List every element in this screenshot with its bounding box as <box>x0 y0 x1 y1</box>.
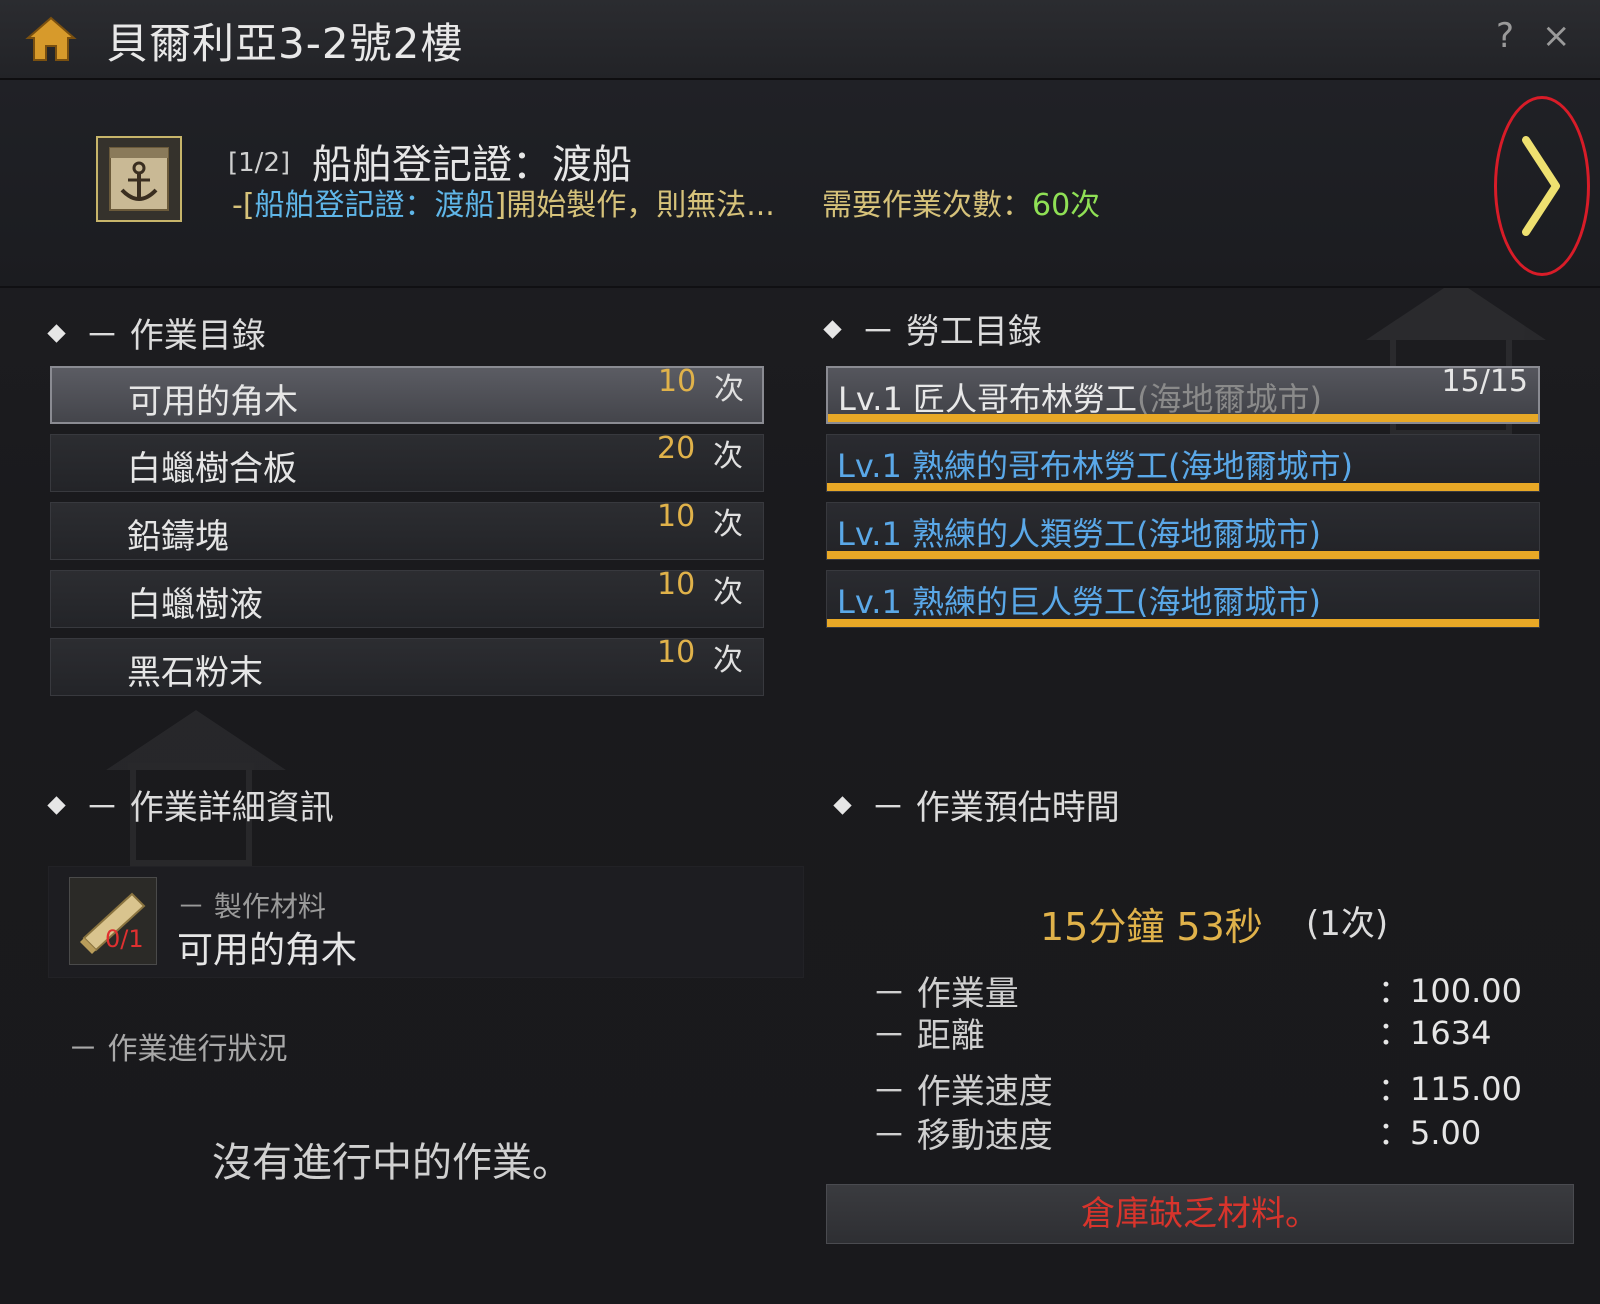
item-slot[interactable] <box>96 136 182 222</box>
anchor-icon <box>109 147 169 211</box>
work-item-2[interactable]: 鉛鑄塊 10 次 <box>50 499 764 560</box>
work-item-unit: 次 <box>713 507 743 542</box>
work-item-name: 黑石粉末 <box>127 653 263 693</box>
required-label: 需要作業次數： <box>822 188 1032 223</box>
stat-value-workload: ：100.00 <box>1378 972 1522 1010</box>
desc-lead: -[ <box>232 188 255 223</box>
close-icon[interactable]: × <box>1542 16 1571 56</box>
stat-label-move-speed: － 移動速度 <box>872 1116 1053 1156</box>
work-item-4[interactable]: 黑石粉末 10 次 <box>50 635 764 696</box>
window-title: 貝爾利亞3-2號2樓 <box>106 19 464 68</box>
worker-list-title: － 勞工目錄 <box>823 304 1042 353</box>
worker-label: Lv.1 熟練的人類勞工(海地爾城市) <box>837 515 1321 553</box>
worker-label: Lv.1 熟練的哥布林勞工(海地爾城市) <box>837 447 1353 485</box>
required-count: 需要作業次數：60次 <box>822 180 1100 224</box>
diamond-icon <box>47 324 66 343</box>
estimated-times: (1次) <box>1306 904 1389 944</box>
item-counter: [1/2] <box>228 148 291 178</box>
worker-item-2[interactable]: Lv.1 熟練的人類勞工(海地爾城市) <box>826 502 1540 560</box>
diamond-icon <box>823 320 842 339</box>
worker-stamina-bar <box>828 414 1538 422</box>
work-item-0[interactable]: 可用的角木 10 次 <box>50 364 764 424</box>
work-item-name: 鉛鑄塊 <box>127 517 229 557</box>
work-item-3[interactable]: 白蠟樹液 10 次 <box>50 567 764 628</box>
material-label: － 製作材料 <box>177 890 326 923</box>
work-item-name: 白蠟樹液 <box>127 585 263 625</box>
workshop-window: 貝爾利亞3-2號2樓 ? × [1/2] 船舶登記證：渡船 -[船舶登記證：渡船… <box>0 0 1600 1304</box>
material-quantity: 0/1 <box>105 925 144 953</box>
stat-label-work-speed: － 作業速度 <box>872 1072 1053 1112</box>
start-work-button[interactable]: 倉庫缺乏材料。 <box>826 1184 1574 1244</box>
worker-label: Lv.1 熟練的巨人勞工(海地爾城市) <box>837 583 1321 621</box>
work-item-count: 10 <box>658 364 697 399</box>
work-item-1[interactable]: 白蠟樹合板 20 次 <box>50 431 764 492</box>
no-work-message: 沒有進行中的作業。 <box>212 1140 572 1186</box>
work-item-unit: 次 <box>714 372 744 407</box>
work-item-name: 白蠟樹合板 <box>127 449 297 489</box>
stat-value-distance: ：1634 <box>1378 1014 1492 1052</box>
worker-stamina-bar <box>827 551 1539 559</box>
material-box: 0/1 － 製作材料 可用的角木 <box>48 866 804 978</box>
worker-stamina-bar <box>827 619 1539 627</box>
help-icon[interactable]: ? <box>1496 16 1514 56</box>
diamond-icon <box>833 796 852 815</box>
estimate-title: － 作業預估時間 <box>833 780 1120 829</box>
stat-value-move-speed: ：5.00 <box>1378 1114 1482 1152</box>
work-item-count: 10 <box>657 635 696 670</box>
work-item-count: 10 <box>657 567 696 602</box>
work-item-unit: 次 <box>713 643 743 678</box>
stat-label-distance: － 距離 <box>872 1016 985 1056</box>
worker-stamina-bar <box>827 483 1539 491</box>
desc-rest: ]開始製作，則無法... <box>494 188 775 223</box>
progress-label: － 作業進行狀況 <box>68 1032 288 1067</box>
work-item-name: 可用的角木 <box>128 382 298 422</box>
chevron-right-icon[interactable] <box>1494 98 1590 274</box>
detail-title: － 作業詳細資訊 <box>47 780 334 829</box>
item-description: -[船舶登記證：渡船]開始製作，則無法... <box>232 180 775 224</box>
estimated-time: 15分鐘 53秒 <box>1040 905 1263 949</box>
worker-item-1[interactable]: Lv.1 熟練的哥布林勞工(海地爾城市) <box>826 434 1540 492</box>
home-icon[interactable] <box>24 14 78 64</box>
worker-item-0[interactable]: Lv.1 匠人哥布林勞工(海地爾城市) 15/15 <box>826 364 1540 424</box>
material-name: 可用的角木 <box>177 930 358 971</box>
title-bar[interactable]: 貝爾利亞3-2號2樓 ? × <box>0 0 1600 80</box>
work-item-count: 20 <box>657 431 696 466</box>
desc-link[interactable]: 船舶登記證：渡船 <box>255 188 495 223</box>
worker-item-3[interactable]: Lv.1 熟練的巨人勞工(海地爾城市) <box>826 570 1540 628</box>
diamond-icon <box>47 796 66 815</box>
work-item-unit: 次 <box>713 575 743 610</box>
work-list-title: － 作業目錄 <box>47 308 266 357</box>
work-item-count: 10 <box>657 499 696 534</box>
required-value: 60次 <box>1032 188 1101 223</box>
stat-value-work-speed: ：115.00 <box>1378 1070 1522 1108</box>
work-item-unit: 次 <box>713 439 743 474</box>
worker-stamina: 15/15 <box>1441 364 1528 399</box>
